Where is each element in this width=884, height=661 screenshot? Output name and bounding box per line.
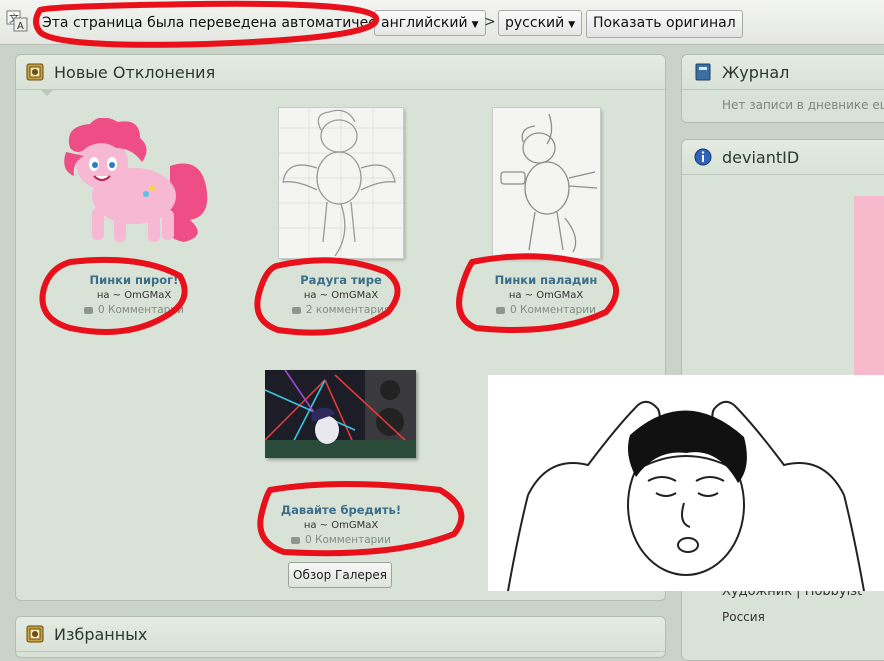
annotation-ellipse [33,0,380,48]
annotation-ellipse [39,256,188,335]
annotation-ellipse [456,253,619,333]
annotation-ellipse [254,257,401,336]
annotation-ellipse [257,481,465,557]
red-annotations [33,0,619,557]
